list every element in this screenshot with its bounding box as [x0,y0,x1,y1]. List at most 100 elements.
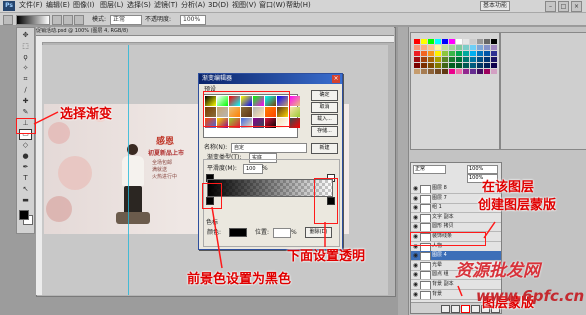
color-swatch[interactable] [477,57,483,62]
color-swatch[interactable] [435,45,441,50]
visibility-eye-icon[interactable]: ◉ [412,291,419,298]
visibility-eye-icon[interactable]: ◉ [412,262,419,269]
color-swatch[interactable] [449,39,455,44]
menu-help[interactable]: 帮助(H) [286,1,311,10]
color-swatch[interactable] [470,45,476,50]
color-swatch[interactable] [442,39,448,44]
color-swatch[interactable] [463,69,469,74]
mode-select[interactable]: 正常 [110,15,142,25]
menu-analysis[interactable]: 分析(A) [181,1,205,10]
color-swatch[interactable] [491,69,497,74]
color-swatch[interactable] [491,51,497,56]
menu-filter[interactable]: 滤镜(T) [154,1,178,10]
brush-tool-icon[interactable]: ✎ [20,108,31,117]
load-button[interactable]: 载入... [311,114,338,125]
color-swatch[interactable] [421,69,427,74]
color-swatch[interactable] [463,39,469,44]
color-swatch[interactable] [442,57,448,62]
color-swatch[interactable] [421,57,427,62]
color-swatch[interactable] [442,69,448,74]
color-swatch[interactable] [414,63,420,68]
close-icon[interactable]: × [571,1,582,12]
gradient-preview[interactable] [16,15,50,25]
ok-button[interactable]: 确定 [311,90,338,101]
pen-tool-icon[interactable]: ✒ [20,163,31,172]
type-tool-icon[interactable]: T [20,174,31,183]
document-tab[interactable]: 促销活动.psd @ 100% (图层 4, RGB/8) [36,27,394,36]
color-swatch[interactable] [470,39,476,44]
gradient-preset[interactable] [289,118,300,128]
color-swatch[interactable] [428,45,434,50]
color-swatch[interactable] [477,39,483,44]
menu-image[interactable]: 图像(I) [73,1,95,10]
visibility-eye-icon[interactable]: ◉ [412,195,419,202]
color-swatch[interactable] [491,63,497,68]
color-swatch[interactable] [470,51,476,56]
color-swatch[interactable] [428,57,434,62]
color-swatch[interactable] [470,69,476,74]
visibility-eye-icon[interactable]: ◉ [412,252,419,259]
color-swatch[interactable] [484,51,490,56]
color-swatch[interactable] [435,69,441,74]
gradient-preset[interactable] [289,107,300,117]
eraser-tool-icon[interactable]: ◇ [20,141,31,150]
color-swatch[interactable] [414,45,420,50]
visibility-eye-icon[interactable]: ◉ [412,185,419,192]
visibility-eye-icon[interactable]: ◉ [412,281,419,288]
shape-tool-icon[interactable]: ▬ [20,196,31,205]
color-swatch[interactable] [463,63,469,68]
color-swatch[interactable] [477,45,483,50]
eyedropper-tool-icon[interactable]: ∕ [20,86,31,95]
dialog-close-icon[interactable]: × [332,75,340,83]
color-swatch[interactable] [414,69,420,74]
save-button[interactable]: 存储... [311,126,338,137]
color-swatch[interactable] [477,51,483,56]
minimize-icon[interactable]: – [545,1,556,12]
layer-row[interactable]: ◉ 文字 副本 [411,213,501,223]
color-swatch[interactable] [484,63,490,68]
magic-wand-tool-icon[interactable]: ✧ [20,64,31,73]
location-input[interactable] [273,228,291,238]
color-swatch[interactable] [477,69,483,74]
color-swatch[interactable] [456,39,462,44]
color-swatch[interactable] [470,57,476,62]
color-swatch[interactable] [442,45,448,50]
color-swatch[interactable] [435,63,441,68]
color-swatch[interactable] [470,63,476,68]
color-swatch[interactable] [463,45,469,50]
color-swatch[interactable] [428,39,434,44]
color-swatch[interactable] [484,39,490,44]
color-swatch[interactable] [421,63,427,68]
menu-select[interactable]: 选择(S) [127,1,151,10]
color-swatch[interactable] [449,63,455,68]
color-swatch[interactable] [491,57,497,62]
color-swatch[interactable] [435,51,441,56]
name-input[interactable]: 自定 [231,143,307,153]
color-swatch[interactable] [456,51,462,56]
color-swatch[interactable] [449,51,455,56]
color-swatch[interactable] [449,57,455,62]
layer-blend-mode[interactable]: 正常 [413,165,446,174]
stop-color-swatch[interactable] [229,228,247,237]
color-swatch[interactable] [491,45,497,50]
color-swatch[interactable] [428,51,434,56]
color-swatch[interactable] [484,69,490,74]
color-swatch[interactable] [484,45,490,50]
opacity-input[interactable]: 100% [180,15,206,25]
color-swatch[interactable] [477,63,483,68]
menu-file[interactable]: 文件(F) [19,1,43,10]
color-swatch[interactable] [456,69,462,74]
color-swatch[interactable] [442,51,448,56]
menu-edit[interactable]: 编辑(E) [46,1,70,10]
crop-tool-icon[interactable]: ⌗ [20,75,31,84]
color-swatch[interactable] [421,45,427,50]
blur-tool-icon[interactable]: ● [20,152,31,161]
guide-line[interactable] [128,45,129,295]
color-swatch[interactable] [463,57,469,62]
foreground-color-swatch[interactable] [19,210,29,220]
add-layer-mask-icon[interactable] [461,305,470,313]
layer-opacity[interactable]: 100% [467,165,498,174]
color-swatch[interactable] [456,45,462,50]
color-swatch[interactable] [484,57,490,62]
menu-window[interactable]: 窗口(W) [259,1,285,10]
